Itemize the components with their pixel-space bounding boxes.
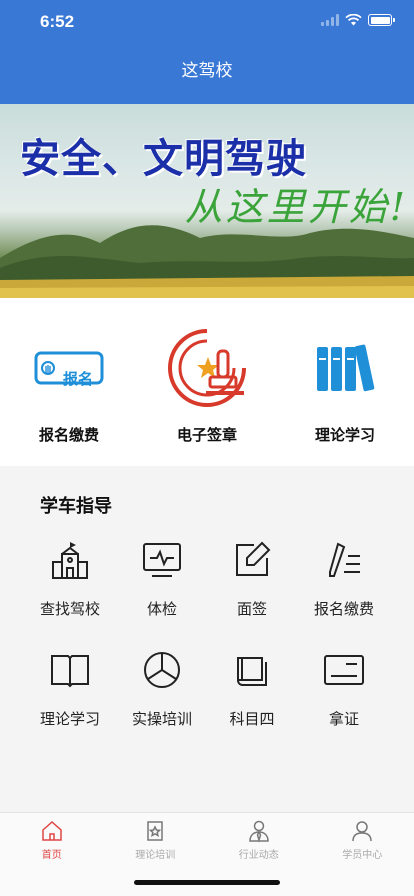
person-tie-icon bbox=[248, 820, 269, 843]
tab-label: 行业动态 bbox=[238, 850, 279, 861]
stamp-icon bbox=[157, 318, 257, 418]
tab-theory-training[interactable]: 理论培训 bbox=[104, 813, 208, 873]
guide-theory[interactable]: 理论学习 bbox=[20, 650, 120, 750]
page-title: 这驾校 bbox=[181, 61, 233, 81]
status-time: 6:52 bbox=[40, 12, 75, 31]
home-icon bbox=[42, 820, 62, 841]
license-card-icon bbox=[324, 650, 364, 690]
guide-medical-exam[interactable]: 体检 bbox=[112, 540, 212, 640]
feature-label: 报名缴费 bbox=[38, 426, 99, 444]
guide-label: 查找驾校 bbox=[39, 600, 100, 618]
status-icons bbox=[321, 14, 395, 26]
guide-find-school[interactable]: 查找驾校 bbox=[20, 540, 120, 640]
guide-get-license[interactable]: 拿证 bbox=[294, 650, 394, 750]
books-icon bbox=[295, 318, 395, 418]
driving-guide-section: 学车指导 查找驾校 体检 面签 报名缴费 理论学习 实操培训 科目四 拿证 bbox=[0, 466, 414, 812]
feature-row: 报名 报名缴费 电子签章 理论学习 bbox=[0, 298, 414, 466]
feature-signup[interactable]: 报名 报名缴费 bbox=[0, 298, 138, 466]
banner-tagline: 从这里开始! bbox=[184, 185, 408, 229]
school-icon bbox=[50, 540, 90, 580]
banner-image[interactable]: 安全、文明驾驶 从这里开始! bbox=[0, 104, 414, 298]
steering-wheel-icon bbox=[142, 650, 182, 690]
tab-label: 首页 bbox=[41, 850, 62, 861]
tab-student-center[interactable]: 学员中心 bbox=[311, 813, 414, 873]
book-stack-icon bbox=[232, 650, 272, 690]
tab-label: 学员中心 bbox=[342, 850, 383, 861]
signup-badge-icon: 报名 bbox=[19, 318, 119, 418]
battery-icon bbox=[368, 14, 395, 26]
guide-signup[interactable]: 报名缴费 bbox=[294, 540, 394, 640]
guide-label: 拿证 bbox=[328, 710, 359, 728]
wifi-icon bbox=[345, 14, 362, 26]
section-title: 学车指导 bbox=[40, 496, 112, 517]
monitor-pulse-icon bbox=[142, 540, 182, 580]
tab-home[interactable]: 首页 bbox=[0, 813, 104, 873]
guide-label: 体检 bbox=[146, 600, 177, 618]
guide-practical[interactable]: 实操培训 bbox=[112, 650, 212, 750]
cellular-signal-icon bbox=[321, 14, 339, 26]
signup-badge-text: 报名 bbox=[63, 370, 94, 388]
guide-label: 实操培训 bbox=[131, 710, 192, 728]
star-doc-icon bbox=[147, 821, 163, 841]
tab-industry-news[interactable]: 行业动态 bbox=[207, 813, 311, 873]
feature-theory[interactable]: 理论学习 bbox=[276, 298, 414, 466]
user-icon bbox=[352, 821, 372, 842]
feature-label: 电子签章 bbox=[176, 426, 237, 444]
app-header: 6:52 这驾校 bbox=[0, 0, 414, 104]
edit-icon bbox=[232, 540, 272, 580]
guide-label: 科目四 bbox=[229, 710, 275, 728]
guide-label: 面签 bbox=[236, 600, 267, 618]
pen-list-icon bbox=[324, 540, 364, 580]
home-indicator bbox=[134, 880, 280, 885]
feature-esignature[interactable]: 电子签章 bbox=[138, 298, 276, 466]
open-book-icon bbox=[50, 650, 90, 690]
guide-label: 理论学习 bbox=[39, 710, 100, 728]
tab-label: 理论培训 bbox=[135, 850, 176, 861]
guide-label: 报名缴费 bbox=[313, 600, 374, 618]
guide-subject-four[interactable]: 科目四 bbox=[202, 650, 302, 750]
feature-label: 理论学习 bbox=[314, 426, 375, 444]
guide-interview[interactable]: 面签 bbox=[202, 540, 302, 640]
